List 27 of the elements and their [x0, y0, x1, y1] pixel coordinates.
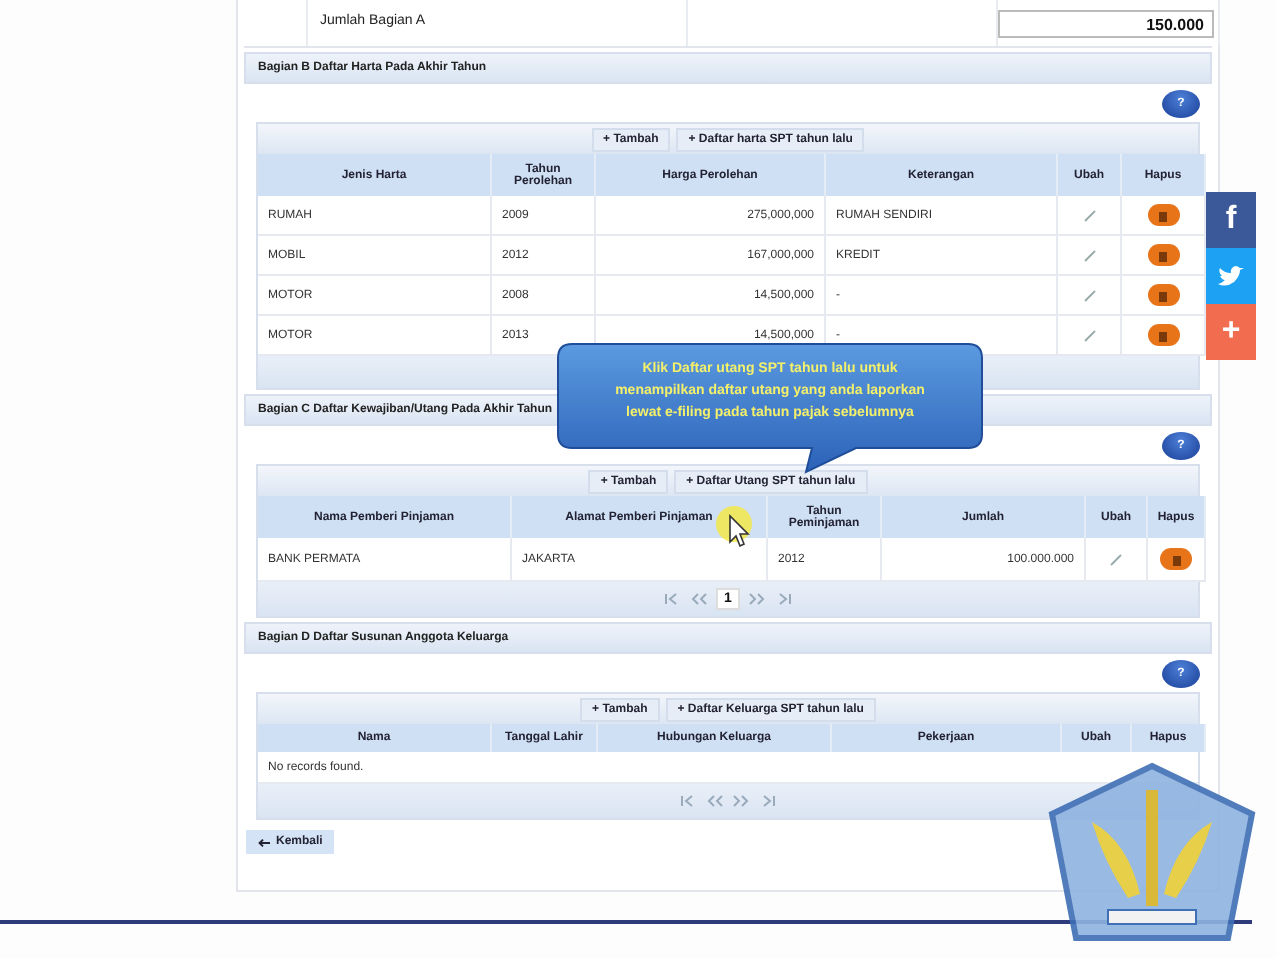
delete-button[interactable] — [1147, 284, 1179, 306]
delete-button[interactable] — [1147, 324, 1179, 346]
pencil-icon[interactable] — [1083, 329, 1095, 341]
pencil-icon[interactable] — [1083, 249, 1095, 261]
arrow-icon — [258, 837, 270, 847]
trash-icon — [1171, 553, 1181, 565]
pager-icon[interactable] — [706, 794, 724, 808]
pager-icon[interactable] — [680, 794, 698, 808]
cursor-icon — [712, 504, 756, 552]
delete-button[interactable] — [1160, 548, 1192, 570]
trash-icon — [1158, 329, 1168, 341]
trash-icon — [1158, 209, 1168, 221]
trash-icon — [1158, 289, 1168, 301]
pencil-icon[interactable] — [1110, 553, 1122, 565]
pencil-icon[interactable] — [1083, 289, 1095, 301]
pager-icon[interactable] — [732, 794, 750, 808]
pencil-icon[interactable] — [1083, 209, 1095, 221]
pager-icon[interactable] — [690, 592, 709, 606]
delete-button[interactable] — [1147, 204, 1179, 226]
twitter-button[interactable] — [1206, 248, 1256, 304]
bird-icon — [1218, 265, 1244, 287]
trash-icon — [1158, 249, 1168, 261]
delete-button[interactable] — [1147, 244, 1179, 266]
facebook-button[interactable]: f — [1206, 192, 1256, 248]
total-field: 150.000 — [998, 10, 1214, 38]
pager-icon[interactable] — [758, 794, 776, 808]
pager-icon[interactable] — [747, 592, 766, 606]
